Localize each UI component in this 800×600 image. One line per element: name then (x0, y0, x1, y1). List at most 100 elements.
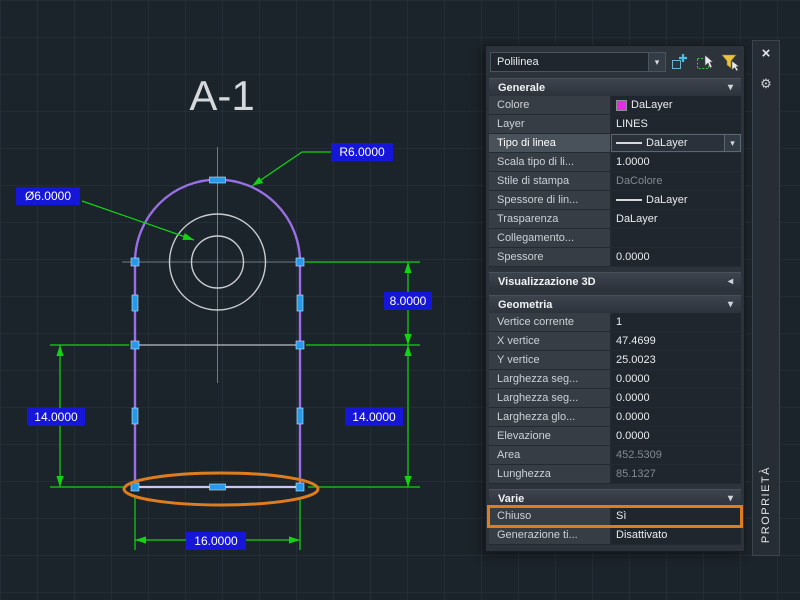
property-label[interactable]: Elevazione (489, 427, 611, 445)
property-value[interactable]: DaLayer▾ (611, 134, 741, 152)
property-value[interactable]: Sì (611, 507, 741, 525)
property-label[interactable]: Larghezza seg... (489, 370, 611, 388)
chevron-down-icon[interactable]: ▾ (728, 82, 733, 93)
diameter-leader[interactable] (82, 201, 194, 240)
property-value[interactable]: 452.5309 (611, 446, 741, 464)
diameter-dimension-text[interactable]: Ø6.0000 (25, 189, 71, 203)
midpoint-grip[interactable] (132, 295, 138, 311)
property-label[interactable]: Tipo di linea (489, 134, 611, 152)
property-label[interactable]: Larghezza seg... (489, 389, 611, 407)
property-row: Spessore 0.0000 (489, 248, 741, 267)
property-value[interactable]: 1.0000 (611, 153, 741, 171)
midpoint-grip[interactable] (210, 177, 226, 183)
property-label[interactable]: Area (489, 446, 611, 464)
vertex-grip[interactable] (296, 483, 304, 491)
settings-gear-icon[interactable]: ⚙ (760, 77, 772, 91)
property-label[interactable]: Generazione ti... (489, 526, 611, 544)
property-value[interactable]: 47.4699 (611, 332, 741, 350)
height-14-right-dimension-text[interactable]: 14.0000 (352, 410, 396, 424)
chevron-down-icon[interactable]: ▾ (648, 53, 665, 71)
midpoint-grip[interactable] (132, 408, 138, 424)
section: Generale▾ColoreDaLayerLayerLINESTipo di … (489, 78, 741, 267)
property-row: Elevazione0.0000 (489, 427, 741, 446)
section-header-varie[interactable]: Varie▾ (489, 489, 741, 507)
section-title: Geometria (498, 299, 552, 311)
property-row: Generazione ti...Disattivato (489, 526, 741, 545)
section: Visualizzazione 3D◂ (489, 272, 741, 290)
property-label[interactable]: Colore (489, 96, 611, 114)
section-header-generale[interactable]: Generale ▾ (489, 78, 741, 96)
property-label[interactable]: Stile di stampa (489, 172, 611, 190)
property-value[interactable]: 25.0023 (611, 351, 741, 369)
property-value[interactable]: 1 (611, 313, 741, 331)
property-label[interactable]: Larghezza glo... (489, 408, 611, 426)
vertex-grip[interactable] (131, 341, 139, 349)
property-label[interactable]: Y vertice (489, 351, 611, 369)
property-row: ChiusoSì (489, 507, 741, 526)
property-label[interactable]: Spessore (489, 248, 611, 266)
property-value[interactable]: 0.0000 (611, 389, 741, 407)
property-label[interactable]: Collegamento... (489, 229, 611, 247)
property-value-text: 452.5309 (616, 446, 662, 464)
property-value[interactable]: 0.0000 (611, 408, 741, 426)
property-value-text: DaLayer (646, 191, 688, 209)
property-value-text: 1.0000 (616, 153, 650, 171)
arrowhead (182, 233, 195, 243)
radius-dimension-text[interactable]: R6.0000 (339, 145, 385, 159)
pickadd-toggle-icon[interactable] (670, 51, 691, 73)
property-row: ColoreDaLayer (489, 96, 741, 115)
arrowhead (404, 476, 411, 487)
chevron-left-icon[interactable]: ◂ (728, 276, 733, 287)
property-value[interactable]: 0.0000 (611, 248, 741, 266)
arrowhead (56, 476, 63, 487)
drawing-title[interactable]: A-1 (189, 72, 254, 119)
property-value-text: 0.0000 (616, 408, 650, 426)
quick-select-icon[interactable] (719, 51, 740, 73)
property-value[interactable]: 0.0000 (611, 370, 741, 388)
palette-sections: Generale▾ColoreDaLayerLayerLINESTipo di … (486, 78, 744, 545)
property-label[interactable]: Vertice corrente (489, 313, 611, 331)
select-objects-icon[interactable] (695, 51, 716, 73)
property-label[interactable]: Lunghezza (489, 465, 611, 483)
vertex-grip[interactable] (131, 258, 139, 266)
property-label[interactable]: Chiuso (489, 507, 611, 525)
section-header-visualizzazione-3d[interactable]: Visualizzazione 3D◂ (489, 272, 741, 290)
property-value[interactable]: DaLayer (611, 191, 741, 209)
property-label[interactable]: X vertice (489, 332, 611, 350)
property-value[interactable]: 0.0000 (611, 427, 741, 445)
midpoint-grip[interactable] (297, 295, 303, 311)
midpoint-grip[interactable] (297, 408, 303, 424)
height-8-dimension-text[interactable]: 8.0000 (390, 294, 427, 308)
radius-leader[interactable] (252, 152, 331, 186)
property-label[interactable]: Layer (489, 115, 611, 133)
property-value[interactable] (611, 229, 741, 247)
property-value-text: 0.0000 (616, 389, 650, 407)
chevron-down-icon[interactable]: ▾ (724, 135, 740, 151)
property-label[interactable]: Trasparenza (489, 210, 611, 228)
vertex-grip[interactable] (131, 483, 139, 491)
chevron-down-icon[interactable]: ▾ (728, 493, 733, 504)
property-value-text: 0.0000 (616, 248, 650, 266)
chevron-down-icon[interactable]: ▾ (728, 299, 733, 310)
property-value-text: 25.0023 (616, 351, 656, 369)
property-value[interactable]: Disattivato (611, 526, 741, 544)
vertex-grip[interactable] (296, 341, 304, 349)
section-title: Generale (498, 82, 545, 94)
arrowhead (56, 345, 63, 356)
vertex-grip[interactable] (296, 258, 304, 266)
height-14-left-dimension-text[interactable]: 14.0000 (34, 410, 78, 424)
section-header-geometria[interactable]: Geometria ▾ (489, 295, 741, 313)
property-value[interactable]: DaColore (611, 172, 741, 190)
property-label[interactable]: Scala tipo di li... (489, 153, 611, 171)
property-value[interactable]: 85.1327 (611, 465, 741, 483)
property-value[interactable]: DaLayer (611, 96, 741, 114)
property-value[interactable]: DaLayer (611, 210, 741, 228)
midpoint-grip[interactable] (210, 484, 226, 490)
width-16-dimension-text[interactable]: 16.0000 (194, 534, 238, 548)
property-label[interactable]: Spessore di lin... (489, 191, 611, 209)
object-type-dropdown[interactable]: Polilinea ▾ (490, 52, 666, 72)
close-icon[interactable]: × (762, 47, 771, 61)
property-value-text: DaLayer (616, 210, 658, 228)
property-row: X vertice47.4699 (489, 332, 741, 351)
property-value[interactable]: LINES (611, 115, 741, 133)
